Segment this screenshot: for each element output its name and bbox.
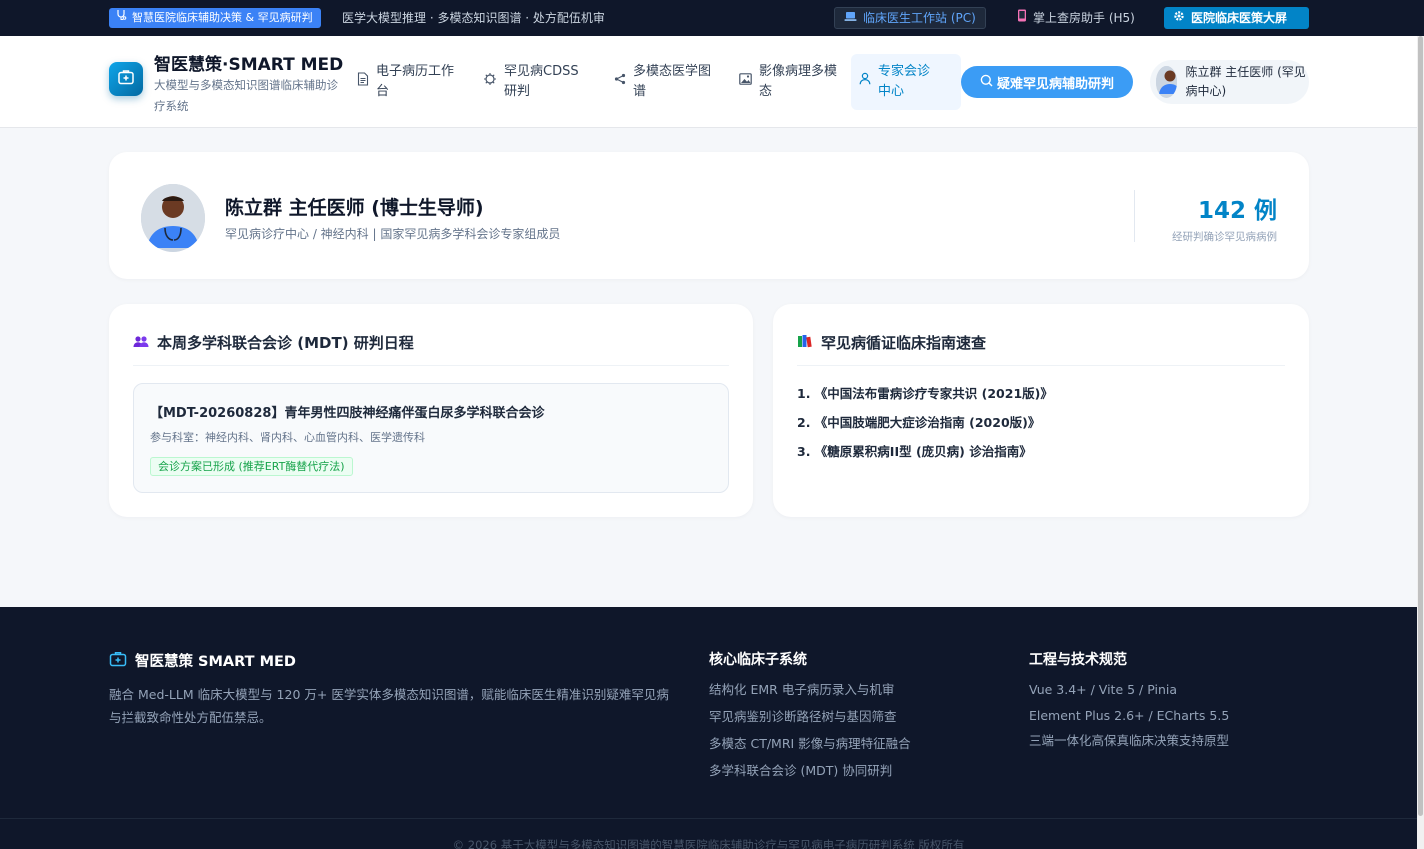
- top-tagline: 医学大模型推理 · 多模态知识图谱 · 处方配伍机审: [342, 11, 605, 25]
- nav-label: 多模态医学图谱: [633, 64, 712, 99]
- document-icon: [357, 71, 369, 93]
- mdt-schedule-card: 本周多学科联合会诊 (MDT) 研判日程 【MDT-20260828】青年男性四…: [109, 304, 753, 517]
- page-scrollbar[interactable]: [1417, 36, 1424, 849]
- mobile-rounds-link[interactable]: 掌上查房助手 (H5): [1008, 7, 1144, 29]
- user-profile-chip[interactable]: 陈立群 主任医师 (罕见病中心): [1150, 60, 1309, 104]
- dashboard-screen-label: 医院临床医策大屏: [1191, 11, 1288, 25]
- footer-description: 融合 Med-LLM 临床大模型与 120 万+ 医学实体多模态知识图谱，赋能临…: [109, 687, 669, 725]
- brand-title: 智医慧策·SMART MED: [154, 55, 344, 75]
- nav-cdss[interactable]: 罕见病CDSS研判: [475, 54, 596, 110]
- footer-column-title: 核心临床子系统: [709, 652, 807, 668]
- doctor-department: 罕见病诊疗中心 / 神经内科 | 国家罕见病多学科会诊专家组成员: [225, 227, 561, 241]
- gear-icon: [1173, 7, 1185, 29]
- mdt-session-title: 【MDT-20260828】青年男性四肢神经痛伴蛋白尿多学科联合会诊: [150, 406, 545, 421]
- search-icon: [980, 74, 993, 91]
- pc-workstation-link[interactable]: 临床医生工作站 (PC): [834, 7, 986, 29]
- footer-link[interactable]: 多模态 CT/MRI 影像与病理特征融合: [709, 735, 911, 762]
- share-icon: [614, 72, 626, 92]
- nav-label: 电子病历工作台: [376, 64, 455, 99]
- guideline-link[interactable]: 3. 《糖原累积病II型 (庞贝病) 诊治指南》: [797, 442, 1053, 471]
- rare-disease-research-button[interactable]: 疑难罕见病辅助研判: [961, 66, 1133, 98]
- system-badge: 智慧医院临床辅助决策 & 罕见病研判: [109, 8, 321, 28]
- guidelines-list: 1. 《中国法布雷病诊疗专家共识 (2021版)》 2. 《中国肢端肥大症诊治指…: [797, 384, 1053, 471]
- medical-kit-icon: [117, 68, 135, 90]
- image-icon: [739, 72, 752, 92]
- laptop-icon: [844, 7, 857, 29]
- footer-subsystems-column: 核心临床子系统 结构化 EMR 电子病历录入与机审 罕见病鉴别诊断路径树与基因筛…: [709, 649, 911, 789]
- footer-brand: 智医慧策 SMART MED: [109, 650, 296, 671]
- doctor-name: 陈立群 主任医师 (博士生导师): [225, 197, 484, 219]
- brand-subtitle: 大模型与多模态知识图谱临床辅助诊疗系统: [154, 78, 338, 113]
- diagnosed-cases-count: 142 例: [1197, 198, 1277, 224]
- footer-column-title: 工程与技术规范: [1029, 652, 1127, 668]
- system-badge-label: 智慧医院临床辅助决策 & 罕见病研判: [132, 11, 313, 24]
- site-footer: 智医慧策 SMART MED 融合 Med-LLM 临床大模型与 120 万+ …: [0, 607, 1417, 849]
- footer-link[interactable]: 罕见病鉴别诊断路径树与基因筛查: [709, 708, 911, 735]
- users-icon: [133, 334, 149, 352]
- footer-text: Element Plus 2.6+ / ECharts 5.5: [1029, 707, 1230, 723]
- mobile-rounds-label: 掌上查房助手 (H5): [1033, 11, 1135, 25]
- pc-workstation-label: 临床医生工作站 (PC): [863, 11, 976, 25]
- doctor-profile-card: 陈立群 主任医师 (博士生导师) 罕见病诊疗中心 / 神经内科 | 国家罕见病多…: [109, 152, 1309, 279]
- user-name: 陈立群 主任医师 (罕见病中心): [1185, 65, 1306, 98]
- diagnosed-cases-label: 经研判确诊罕见病病例: [1172, 231, 1277, 243]
- mdt-heading: 本周多学科联合会诊 (MDT) 研判日程: [133, 326, 729, 366]
- books-icon: [797, 334, 813, 352]
- user-icon: [859, 72, 871, 92]
- mdt-session-item[interactable]: 【MDT-20260828】青年男性四肢神经痛伴蛋白尿多学科联合会诊 参与科室：…: [133, 383, 729, 493]
- mdt-heading-label: 本周多学科联合会诊 (MDT) 研判日程: [157, 334, 414, 352]
- nav-label: 罕见病CDSS研判: [504, 64, 579, 99]
- nav-expert-consultation[interactable]: 专家会诊中心: [851, 54, 961, 110]
- footer-tech-column: 工程与技术规范 Vue 3.4+ / Vite 5 / Pinia Elemen…: [1029, 649, 1229, 758]
- mdt-session-departments: 参与科室：神经内科、肾内科、心血管内科、医学遗传科: [150, 431, 425, 444]
- research-button-label: 疑难罕见病辅助研判: [996, 76, 1114, 92]
- footer-bottom: © 2026 基于大模型与多模态知识图谱的智慧医院临床辅助诊疗与罕见病电子病历研…: [0, 818, 1417, 849]
- footer-brand-label: 智医慧策 SMART MED: [135, 654, 296, 670]
- footer-link[interactable]: 结构化 EMR 电子病历录入与机审: [709, 681, 911, 708]
- medical-kit-icon: [109, 651, 127, 671]
- nav-imaging-pathology[interactable]: 影像病理多模态: [731, 54, 851, 110]
- chip-icon: [483, 72, 497, 93]
- scrollbar-thumb[interactable]: [1418, 36, 1423, 816]
- doctor-avatar: [141, 184, 205, 252]
- nav-emr-workbench[interactable]: 电子病历工作台: [349, 54, 468, 110]
- stethoscope-icon: [115, 8, 127, 28]
- logo[interactable]: [109, 62, 143, 96]
- guidelines-heading: 罕见病循证临床指南速查: [797, 326, 1285, 366]
- footer-text: Vue 3.4+ / Vite 5 / Pinia: [1029, 682, 1178, 697]
- nav-knowledge-graph[interactable]: 多模态医学图谱: [606, 54, 725, 110]
- guideline-link[interactable]: 1. 《中国法布雷病诊疗专家共识 (2021版)》: [797, 384, 1053, 413]
- nav-label: 专家会诊中心: [878, 64, 931, 99]
- guidelines-heading-label: 罕见病循证临床指南速查: [821, 334, 987, 352]
- footer-link[interactable]: 多学科联合会诊 (MDT) 协同研判: [709, 762, 911, 789]
- guidelines-card: 罕见病循证临床指南速查 1. 《中国法布雷病诊疗专家共识 (2021版)》 2.…: [773, 304, 1309, 517]
- status-badge: 会诊方案已形成 (推荐ERT酶替代疗法): [150, 457, 353, 476]
- profile-divider: [1134, 190, 1135, 242]
- footer-text: 三端一体化高保真临床决策支持原型: [1029, 733, 1230, 748]
- top-bar: 智慧医院临床辅助决策 & 罕见病研判 医学大模型推理 · 多模态知识图谱 · 处…: [0, 0, 1424, 36]
- dashboard-screen-link[interactable]: 医院临床医策大屏: [1164, 7, 1309, 29]
- main-header: 智医慧策·SMART MED 大模型与多模态知识图谱临床辅助诊疗系统 电子病历工…: [0, 36, 1424, 128]
- avatar: [1156, 66, 1178, 98]
- copyright: © 2026 基于大模型与多模态知识图谱的智慧医院临床辅助诊疗与罕见病电子病历研…: [452, 838, 965, 849]
- phone-icon: [1017, 7, 1027, 29]
- guideline-link[interactable]: 2. 《中国肢端肥大症诊治指南 (2020版)》: [797, 413, 1053, 442]
- nav-label: 影像病理多模态: [759, 64, 838, 99]
